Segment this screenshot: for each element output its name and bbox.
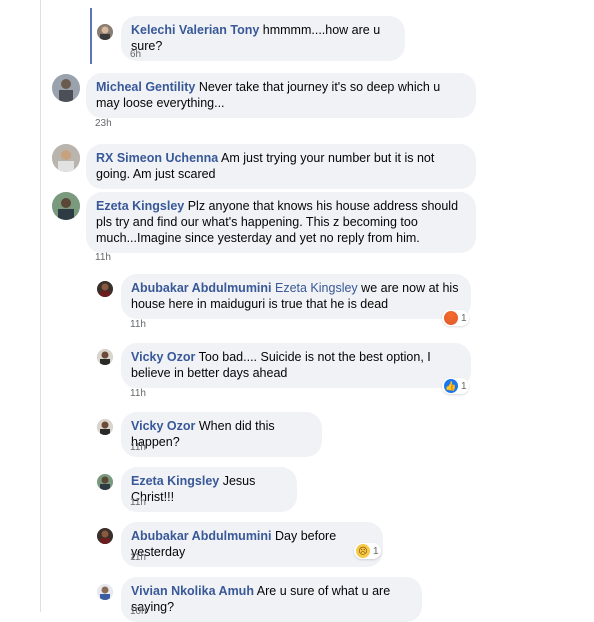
avatar[interactable] [97,281,113,297]
comment-mention[interactable]: Ezeta Kingsley [275,281,358,295]
comment-bubble: Vivian Nkolika Amuh Are u sure of what u… [121,577,422,622]
comment-author[interactable]: Vivian Nkolika Amuh [131,584,254,598]
comment-author[interactable]: Vicky Ozor [131,419,195,433]
comment-bubble: Abubakar Abdulmumini Day before yesterda… [121,522,383,567]
reaction-count: 1 [373,545,379,557]
comment-author[interactable]: Micheal Gentility [96,80,195,94]
avatar[interactable] [97,528,113,544]
avatar[interactable] [97,24,113,40]
comment-author[interactable]: RX Simeon Uchenna [96,151,218,165]
comment-time[interactable]: 9h [130,0,141,3]
comment-bubble: RX Simeon Uchenna Am just trying your nu… [86,144,476,189]
comment-time[interactable]: 11h [130,552,146,563]
avatar[interactable] [97,474,113,490]
reaction-summary[interactable]: 1 [442,310,469,326]
comment-time[interactable]: 11h [130,497,146,508]
comment-bubble: Abubakar Abdulmumini Ezeta Kingsley we a… [121,274,471,319]
like-icon: 👍 [444,379,458,393]
comment-bubble: Vicky Ozor Too bad.... Suicide is not th… [121,343,471,388]
comment-bubble: Vicky Ozor When did this happen? [121,412,322,457]
avatar[interactable] [52,74,80,102]
avatar[interactable] [52,144,80,172]
comment-time[interactable]: 23h [95,118,112,129]
reaction-summary[interactable]: ☹ 1 [354,543,381,559]
comment-author[interactable]: Abubakar Abdulmumini [131,281,272,295]
reaction-summary[interactable]: 👍 1 [442,378,469,394]
angry-icon [444,311,458,325]
comment-author[interactable]: Vicky Ozor [131,350,195,364]
comment-time[interactable]: 6h [130,49,141,60]
comment-bubble: Kelechi Valerian Tony hmmmm....how are u… [121,16,405,61]
comment-time[interactable]: 11h [95,252,111,263]
avatar[interactable] [97,349,113,365]
comment-author[interactable]: Kelechi Valerian Tony [131,23,259,37]
reaction-count: 1 [461,312,467,324]
page-left-border [40,0,41,612]
comment-time[interactable]: 11h [130,442,146,453]
avatar[interactable] [97,419,113,435]
comment-bubble: Ezeta Kingsley Plz anyone that knows his… [86,192,476,253]
sad-icon: ☹ [356,544,370,558]
reaction-count: 1 [461,380,467,392]
avatar[interactable] [52,192,80,220]
comment-author[interactable]: Ezeta Kingsley [96,199,184,213]
reply-thread-line [90,8,92,64]
comment-author[interactable]: Abubakar Abdulmumini [131,529,272,543]
comment-time[interactable]: 11h [130,388,146,399]
comment-author[interactable]: Ezeta Kingsley [131,474,219,488]
comment-bubble: Micheal Gentility Never take that journe… [86,73,476,118]
avatar[interactable] [97,584,113,600]
comment-bubble: Ezeta Kingsley Jesus Christ!!! [121,467,297,512]
comment-time[interactable]: 11h [130,319,146,330]
